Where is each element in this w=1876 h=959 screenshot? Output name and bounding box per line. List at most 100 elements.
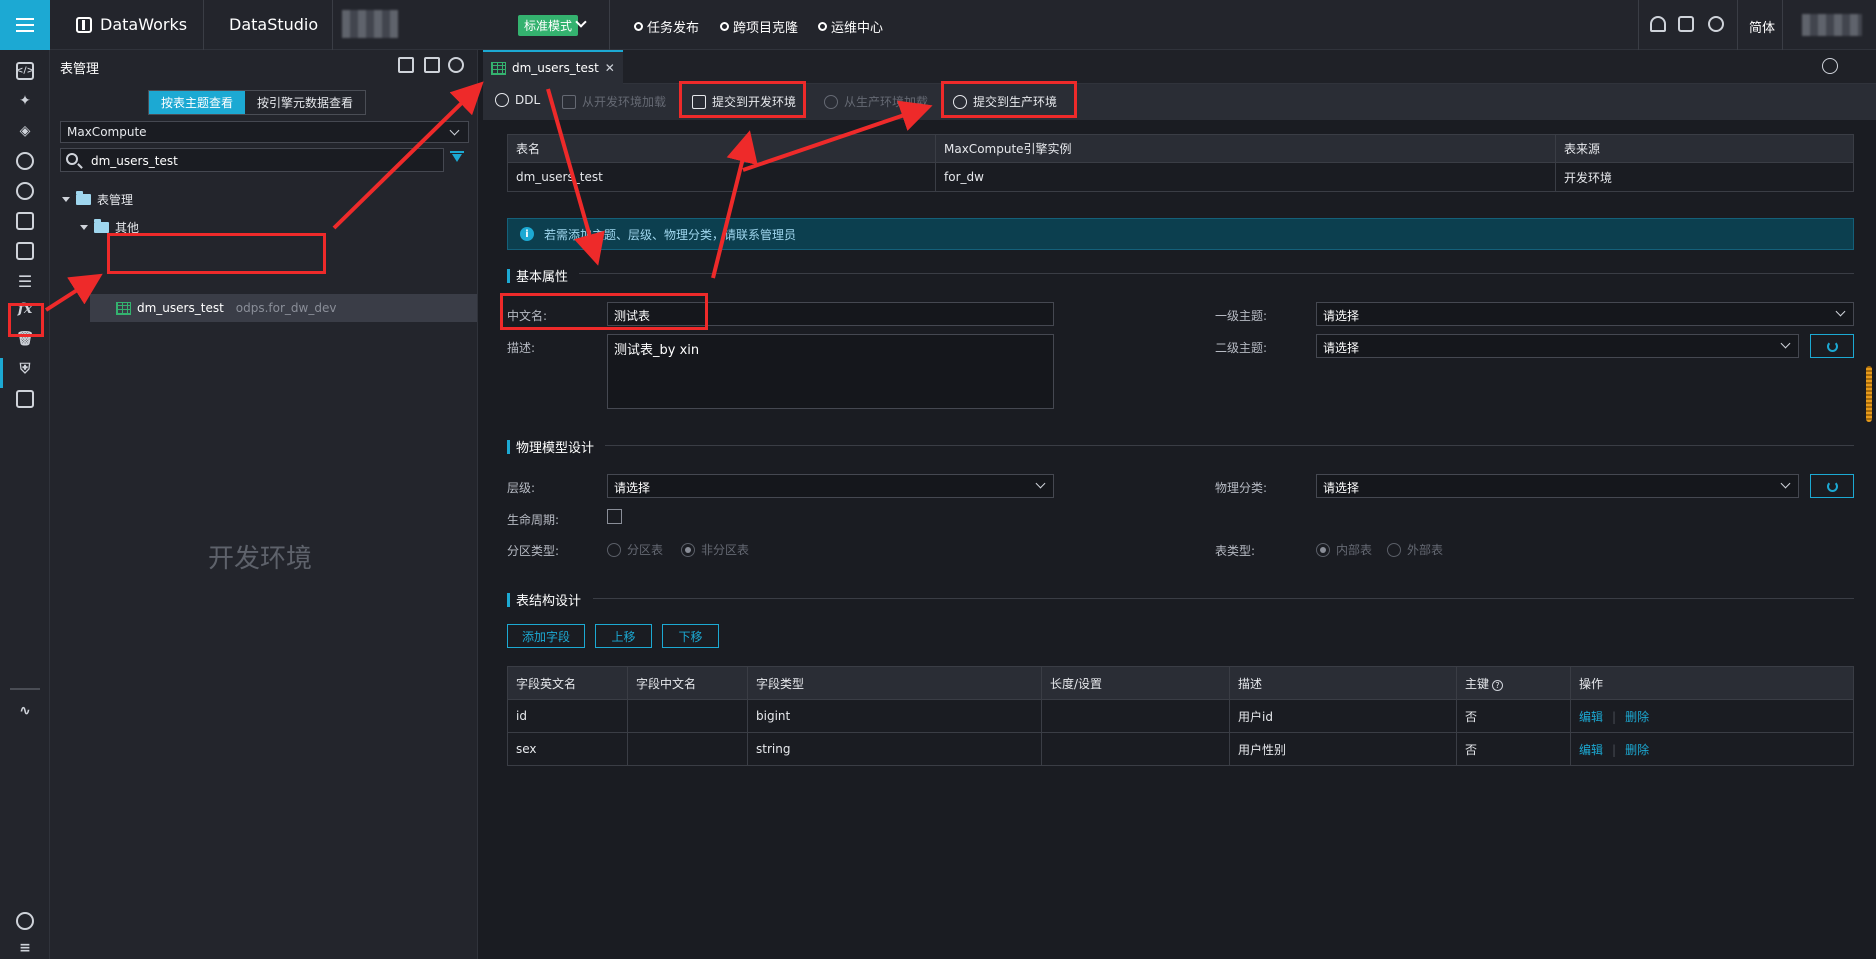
- field-type: bigint: [747, 699, 1042, 733]
- tab-dm-users-test[interactable]: dm_users_test ✕: [483, 50, 623, 84]
- notice-text: 若需添加主题、层级、物理分类，请联系管理员: [544, 227, 797, 242]
- help-icon[interactable]: [1678, 16, 1694, 32]
- close-icon[interactable]: ✕: [605, 61, 615, 75]
- view-tabs: 按表主题查看 按引擎元数据查看: [148, 90, 367, 115]
- divider: [1737, 0, 1738, 50]
- chevron-down-icon: [80, 225, 88, 230]
- search-icon[interactable]: [16, 152, 34, 170]
- field-length: [1041, 699, 1230, 733]
- info-cell: 开发环境: [1555, 162, 1854, 192]
- menu-icon[interactable]: ≡: [16, 939, 34, 957]
- phys-class-select[interactable]: 请选择: [1316, 474, 1799, 498]
- puzzle-icon[interactable]: ✦: [16, 92, 34, 110]
- table-row[interactable]: id bigint 用户id 否 编辑 | 删除: [507, 699, 1854, 733]
- link-task-publish[interactable]: 任务发布: [632, 17, 699, 36]
- link-icon: [632, 20, 645, 33]
- tab-by-topic[interactable]: 按表主题查看: [149, 91, 246, 114]
- console-icon[interactable]: [16, 390, 34, 408]
- radio-label: 外部表: [1407, 543, 1444, 557]
- dataworks-logo-icon: [76, 16, 92, 33]
- link-ops-center[interactable]: 运维中心: [816, 17, 883, 36]
- section-divider: [605, 445, 1854, 446]
- link-cross-project-clone[interactable]: 跨项目克隆: [718, 17, 798, 36]
- move-up-button[interactable]: 上移: [595, 624, 652, 648]
- link-icon: [718, 20, 731, 33]
- ddl-button[interactable]: DDL: [495, 93, 540, 107]
- load-from-dev-button[interactable]: 从开发环境加载: [562, 93, 666, 110]
- download-icon: [562, 94, 576, 109]
- radio-label: 非分区表: [701, 543, 750, 557]
- engine-select[interactable]: MaxCompute: [60, 121, 469, 143]
- import-icon[interactable]: [398, 57, 414, 73]
- new-table-icon[interactable]: [424, 57, 440, 73]
- chevron-down-icon: [449, 125, 460, 136]
- section-table-structure: 表结构设计: [507, 590, 581, 609]
- table-row[interactable]: sex string 用户性别 否 编辑 | 删除: [507, 732, 1854, 766]
- topic1-select[interactable]: 请选择: [1316, 302, 1854, 326]
- search-icon: [66, 153, 78, 165]
- settings-icon[interactable]: [16, 912, 34, 930]
- clock-icon[interactable]: [16, 182, 34, 200]
- pulse-icon[interactable]: ∿: [16, 702, 34, 720]
- wrench-icon[interactable]: [1708, 16, 1724, 32]
- move-down-button[interactable]: 下移: [662, 624, 719, 648]
- question-icon[interactable]: ?: [1492, 679, 1504, 691]
- field-actions: 编辑 | 删除: [1570, 699, 1854, 733]
- topic2-label: 二级主题:: [1215, 341, 1268, 355]
- filter-icon[interactable]: [450, 151, 464, 167]
- blurred-user-avatar[interactable]: [1802, 14, 1862, 36]
- field-pk: 否: [1456, 699, 1571, 733]
- lifecycle-checkbox[interactable]: [607, 509, 622, 524]
- level-label: 层级:: [507, 481, 536, 495]
- refresh-class-button[interactable]: [1810, 474, 1854, 498]
- annotation-box-rail-icon: [8, 303, 44, 337]
- topic1-label: 一级主题:: [1215, 309, 1268, 323]
- topic2-select[interactable]: 请选择: [1316, 334, 1799, 358]
- load-from-prod-button[interactable]: 从生产环境加载: [824, 93, 928, 110]
- edit-link[interactable]: 编辑: [1579, 710, 1603, 724]
- cube-icon[interactable]: ◈: [16, 122, 34, 140]
- language-switch[interactable]: 简体: [1749, 17, 1775, 36]
- topic1-value: 请选择: [1323, 309, 1360, 323]
- delete-link[interactable]: 删除: [1625, 710, 1649, 724]
- brand[interactable]: DataWorks: [76, 15, 187, 34]
- main-menu-button[interactable]: [0, 0, 50, 50]
- tree-node-root[interactable]: 表管理: [62, 191, 133, 208]
- button-label: 从生产环境加载: [844, 95, 929, 109]
- chevron-down-icon[interactable]: [1822, 58, 1838, 74]
- description-textarea[interactable]: 测试表_by xin: [607, 334, 1054, 409]
- refresh-topics-button[interactable]: [1810, 334, 1854, 358]
- description-label: 描述:: [507, 341, 536, 355]
- table-source: odps.for_dw_dev: [235, 301, 337, 315]
- mode-badge[interactable]: 标准模式: [518, 15, 579, 36]
- level-select[interactable]: 请选择: [607, 474, 1054, 498]
- table-management-icon[interactable]: ☰: [16, 272, 34, 291]
- add-field-button[interactable]: 添加字段: [507, 624, 585, 648]
- field-desc: 用户性别: [1229, 732, 1457, 766]
- external-table-radio[interactable]: 外部表: [1387, 541, 1443, 558]
- table-icon[interactable]: [16, 242, 34, 260]
- link-icon: [816, 20, 829, 33]
- fields-table: 字段英文名 字段中文名 字段类型 长度/设置 描述 主键? 操作 id bigi…: [507, 666, 1854, 766]
- info-header: MaxCompute引擎实例: [935, 134, 1556, 163]
- scrollbar-thumb[interactable]: [1866, 366, 1872, 422]
- bell-icon[interactable]: [1650, 16, 1666, 32]
- non-partition-radio[interactable]: 非分区表: [681, 541, 749, 558]
- edit-link[interactable]: 编辑: [1579, 743, 1603, 757]
- tab-by-engine[interactable]: 按引擎元数据查看: [245, 91, 365, 114]
- search-input[interactable]: dm_users_test: [60, 148, 444, 172]
- hamburger-icon: [16, 24, 34, 26]
- delete-link[interactable]: 删除: [1625, 743, 1649, 757]
- shield-icon[interactable]: ⛨: [16, 360, 34, 378]
- internal-table-radio[interactable]: 内部表: [1316, 541, 1372, 558]
- section-physical-model: 物理模型设计: [507, 437, 594, 456]
- refresh-icon[interactable]: [448, 57, 464, 73]
- briefcase-icon[interactable]: [16, 212, 34, 230]
- chevron-down-icon: [1780, 338, 1791, 349]
- field-pk: 否: [1456, 732, 1571, 766]
- annotation-box-tree-table: [107, 233, 326, 274]
- partition-radio[interactable]: 分区表: [607, 541, 663, 558]
- code-icon[interactable]: </>: [16, 62, 34, 80]
- tree-node-table[interactable]: dm_users_test odps.for_dw_dev: [116, 301, 336, 315]
- app-name[interactable]: DataStudio: [229, 15, 318, 34]
